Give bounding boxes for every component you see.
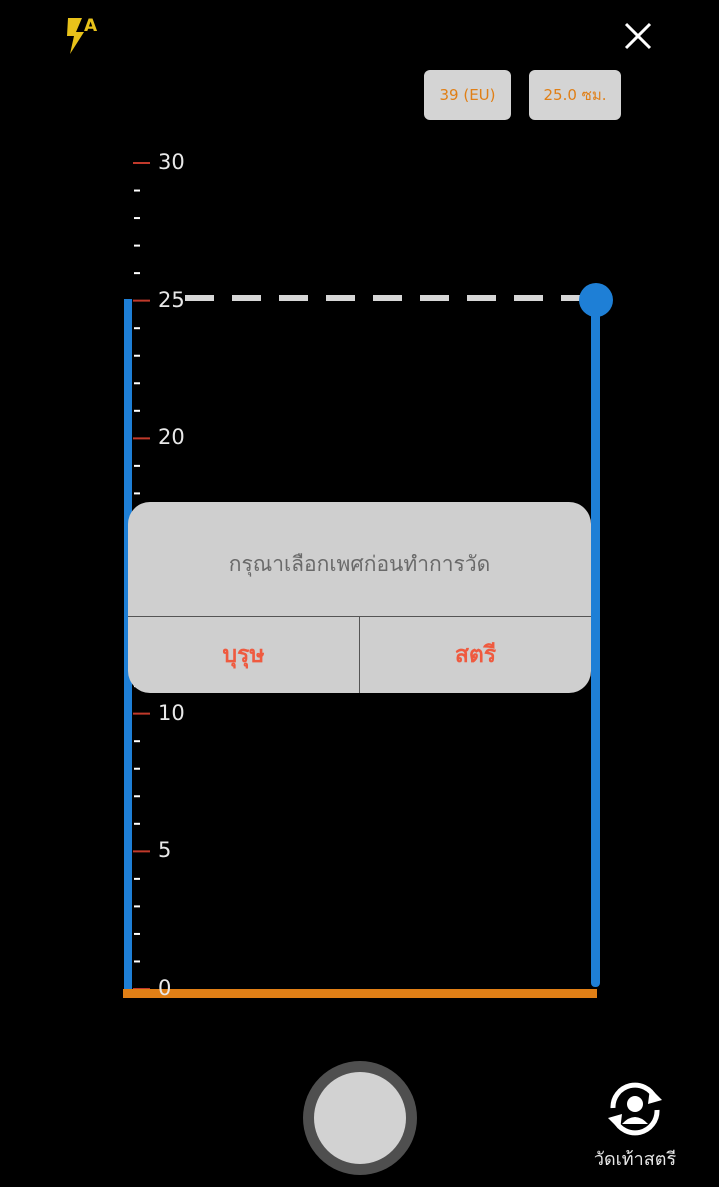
gender-dialog: กรุณาเลือกเพศก่อนทำการวัด บุรุษ สตรี [128,502,591,693]
female-button[interactable]: สตรี [359,617,591,693]
length-drag-handle[interactable] [579,283,613,317]
shutter-button[interactable] [303,1061,417,1175]
ruler-label: 0 [158,976,172,1000]
ruler-label: 20 [158,425,185,450]
shutter-button-icon [314,1072,406,1164]
ruler-label: 25 [158,287,185,312]
dialog-message: กรุณาเลือกเพศก่อนทำการวัด [128,502,591,617]
switch-foot-label: วัดเท้าสตรี [593,1149,677,1170]
ruler-label: 30 [158,150,185,174]
ruler-label: 5 [158,838,172,863]
right-guide-bar [591,306,600,987]
heel-base-line [123,989,597,998]
switch-foot-icon [608,1082,662,1136]
switch-foot-button[interactable]: วัดเท้าสตรี [588,1078,682,1170]
ruler-label: 10 [158,700,185,725]
male-button[interactable]: บุรุษ [128,617,359,693]
